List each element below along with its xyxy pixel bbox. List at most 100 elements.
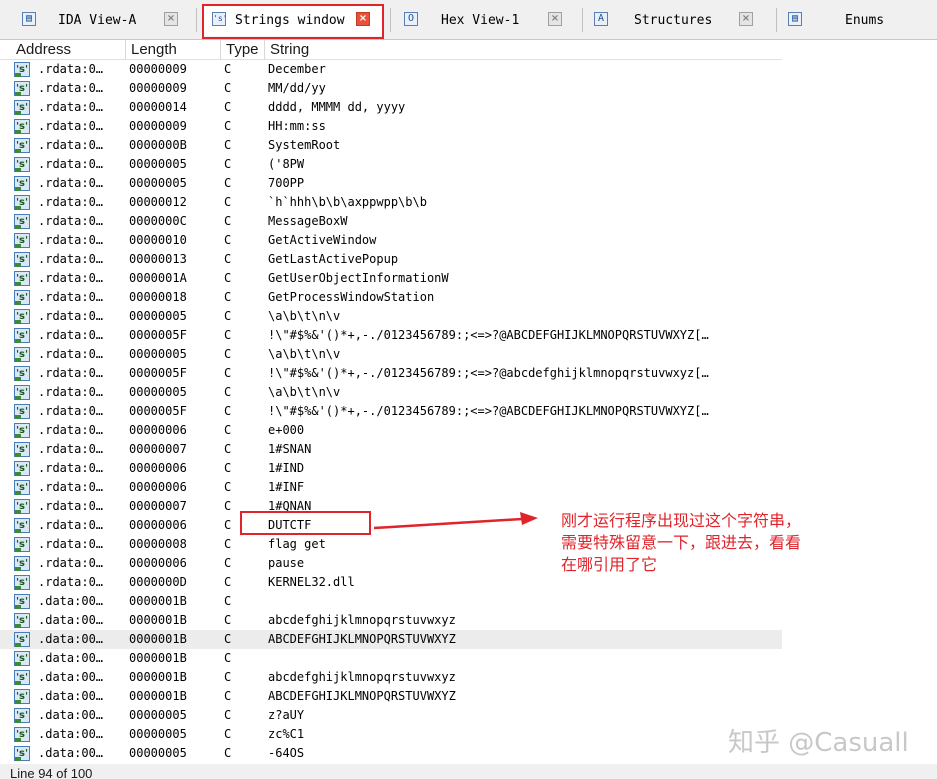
table-row[interactable]: 's' .data:00… 0000001B C (0, 649, 782, 668)
address-cell: .rdata:0… (38, 442, 104, 456)
table-row[interactable]: 's' .data:00… 0000001B Cabcdefghijklmnopqrs… (0, 668, 782, 687)
string-icon: 's' (14, 632, 30, 647)
column-header-type[interactable]: Type (226, 40, 259, 60)
string-icon: 's' (14, 746, 30, 761)
length-cell: 0000000C (129, 214, 187, 228)
tab-structures[interactable]: A Structures × (584, 6, 774, 36)
string-cell: e+000 (268, 423, 305, 437)
string-cell: MessageBoxW (268, 214, 348, 228)
string-cell: 1#SNAN (268, 442, 312, 456)
table-row[interactable]: 's' .rdata:0… 00000005 C \a\b\t\n\v (0, 383, 782, 402)
table-row[interactable]: 's' .data:00… 00000005 Cz?aUY (0, 706, 782, 725)
length-cell: 00000006 (129, 461, 187, 475)
table-row[interactable]: 's' .rdata:0… 00000006 Ce+000 (0, 421, 782, 440)
length-cell: 0000000D (129, 575, 187, 589)
table-row[interactable]: 's' .data:00… 0000001B Cabcdefghijklmnopqrs… (0, 611, 782, 630)
string-icon: 's' (14, 689, 30, 704)
address-cell: .rdata:0… (38, 556, 104, 570)
type-cell: C (224, 689, 232, 703)
table-row[interactable]: 's' .rdata:0… 00000006 C 1#IND (0, 459, 782, 478)
address-cell: .rdata:0… (38, 480, 104, 494)
string-icon: 's' (14, 214, 30, 229)
table-row[interactable]: 's' .rdata:0… 0000005F C !\"#$%&'()*+,-./01… (0, 364, 782, 383)
column-header-string[interactable]: String (270, 40, 309, 60)
type-cell: C (224, 537, 232, 551)
close-icon[interactable]: × (739, 12, 753, 26)
address-cell: .data:00… (38, 594, 104, 608)
address-cell: .rdata:0… (38, 100, 104, 114)
table-row[interactable]: 's' .rdata:0… 00000014 Cdddd, MMMM dd, yyyy (0, 98, 782, 117)
table-row[interactable]: 's' .rdata:0… 00000013 C GetLastActivePopup (0, 250, 782, 269)
string-cell: !\"#$%&'()*+,-./0123456789:;<=>?@abcdefg… (268, 366, 709, 380)
length-cell: 0000005F (129, 366, 187, 380)
table-row[interactable]: 's' .rdata:0… 00000009 C HH:mm:ss (0, 117, 782, 136)
table-row[interactable]: 's' .rdata:0… 00000018 C GetProcessWindowSta… (0, 288, 782, 307)
tab-hex-view-1[interactable]: O Hex View-1 × (392, 6, 582, 36)
table-row[interactable]: 's' .rdata:0… 00000012 C `h`hhh\b\b\axppwpp\… (0, 193, 782, 212)
table-row[interactable]: 's' .rdata:0… 00000005 C \a\b\t\n\v (0, 345, 782, 364)
length-cell: 0000001B (129, 613, 187, 627)
table-row[interactable]: 's' .rdata:0… 00000006 C 1#INF (0, 478, 782, 497)
type-cell: C (224, 119, 232, 133)
table-row[interactable]: 's' .rdata:0… 00000005 C 700PP (0, 174, 782, 193)
type-cell: C (224, 594, 232, 608)
table-row[interactable]: 's' .rdata:0… 0000000C C MessageBoxW (0, 212, 782, 231)
length-cell: 00000009 (129, 119, 187, 133)
address-cell: .rdata:0… (38, 119, 104, 133)
string-icon: 's' (14, 613, 30, 628)
table-row[interactable]: 's' .rdata:0… 0000005F C !\"#$%&'()*+,-./01… (0, 326, 782, 345)
column-header-address[interactable]: Address (16, 40, 71, 60)
string-icon: 's' (14, 556, 30, 571)
table-row[interactable]: 's' .data:00… 00000005 C -64OS (0, 744, 782, 763)
address-cell: .rdata:0… (38, 62, 104, 76)
length-cell: 00000009 (129, 62, 187, 76)
table-row[interactable]: 's' .rdata:0… 0000005F C !\"#$%&'()*+,-./01… (0, 402, 782, 421)
table-row[interactable]: 's' .rdata:0… 00000007 C 1#SNAN (0, 440, 782, 459)
length-cell: 00000005 (129, 157, 187, 171)
tab-label: IDA View-A (58, 13, 137, 28)
length-cell: 00000008 (129, 537, 187, 551)
table-row[interactable]: 's' .data:00… 0000001B C (0, 592, 782, 611)
tab-enums[interactable]: ▤ Enums (778, 6, 937, 36)
string-cell: GetLastActivePopup (268, 252, 399, 266)
table-row[interactable]: 's' .rdata:0… 00000010 C GetActiveWindow (0, 231, 782, 250)
column-header-length[interactable]: Length (131, 40, 177, 60)
length-cell: 00000018 (129, 290, 187, 304)
type-cell: C (224, 81, 232, 95)
table-row[interactable]: 's' .data:00… 00000005 Czc%C1 (0, 725, 782, 744)
type-cell: C (224, 423, 232, 437)
string-icon: 's' (14, 480, 30, 495)
table-row[interactable]: 's' .rdata:0… 00000009 C December (0, 60, 782, 79)
string-icon: 's' (14, 252, 30, 267)
status-bar: Line 94 of 100 (0, 764, 937, 779)
table-row[interactable]: 's' .data:00… 0000001B C ABCDEFGHIJKLMNOPQRS… (0, 687, 782, 706)
address-cell: .rdata:0… (38, 138, 104, 152)
string-icon: 's' (14, 537, 30, 552)
close-icon[interactable]: × (164, 12, 178, 26)
type-cell: C (224, 708, 232, 722)
table-row[interactable]: 's' .data:00… 0000001B C ABCDEFGHIJKLMNOPQRS… (0, 630, 782, 649)
type-cell: C (224, 252, 232, 266)
table-row[interactable]: 's' .rdata:0… 0000000B C SystemRoot (0, 136, 782, 155)
annotation-highlight-tab (202, 4, 384, 39)
string-icon: 's' (14, 328, 30, 343)
length-cell: 0000001B (129, 670, 187, 684)
tab-ida-view-a[interactable]: ▤ IDA View-A × (0, 6, 192, 36)
length-cell: 00000005 (129, 746, 187, 760)
table-row[interactable]: 's' .rdata:0… 0000001A C GetUserObjectInform… (0, 269, 782, 288)
string-icon: 's' (14, 62, 30, 77)
tab-bar: ▤ IDA View-A × 's' Strings window × O He… (0, 0, 937, 40)
type-cell: C (224, 62, 232, 76)
string-icon: 's' (14, 81, 30, 96)
address-cell: .rdata:0… (38, 214, 104, 228)
string-icon: 's' (14, 442, 30, 457)
table-row[interactable]: 's' .rdata:0… 00000005 C ('8PW (0, 155, 782, 174)
string-cell: HH:mm:ss (268, 119, 326, 133)
type-cell: C (224, 328, 232, 342)
table-row[interactable]: 's' .rdata:0… 00000005 C \a\b\t\n\v (0, 307, 782, 326)
string-icon: 's' (14, 290, 30, 305)
close-icon[interactable]: × (548, 12, 562, 26)
table-row[interactable]: 's' .rdata:0… 00000009 C MM/dd/yy (0, 79, 782, 98)
type-cell: C (224, 518, 232, 532)
string-icon: 's' (14, 594, 30, 609)
